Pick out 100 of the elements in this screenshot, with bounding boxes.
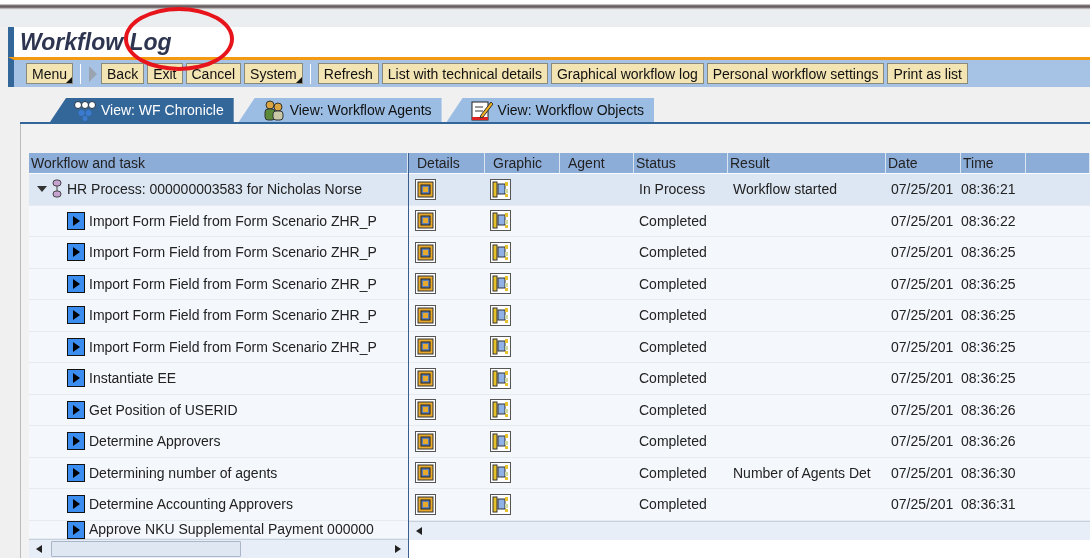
time-text: 08:36:25 <box>961 370 1016 387</box>
toolbar-button[interactable]: Menu <box>26 63 74 84</box>
column-header: Graphic <box>485 153 560 173</box>
details-icon[interactable] <box>415 273 436 295</box>
task-name[interactable]: Instantiate EE <box>89 370 177 387</box>
result-text: Number of Agents Det <box>733 464 871 481</box>
status-text: Completed <box>639 244 707 261</box>
time-text: 08:36:21 <box>961 181 1016 198</box>
graphic-icon[interactable] <box>490 210 511 232</box>
details-icon[interactable] <box>415 304 436 326</box>
status-text: Completed <box>639 212 707 229</box>
time-text: 08:36:26 <box>961 433 1016 450</box>
column-header: Time <box>961 153 1026 173</box>
task-icon <box>67 400 85 419</box>
details-icon[interactable] <box>415 430 436 452</box>
status-text: Completed <box>639 433 707 450</box>
graphic-icon[interactable] <box>490 304 511 326</box>
status-text: Completed <box>639 496 707 513</box>
toolbar-button[interactable]: Cancel <box>185 63 242 84</box>
date-text: 07/25/201 <box>891 464 954 481</box>
time-text: 08:36:26 <box>961 401 1016 418</box>
tab[interactable]: View: Workflow Objects <box>446 98 655 122</box>
task-name[interactable]: Determining number of agents <box>89 464 278 481</box>
details-icon[interactable] <box>415 241 436 263</box>
task-icon <box>67 306 85 325</box>
window-title: Workflow Log <box>20 28 172 56</box>
toolbar-button[interactable]: Print as list <box>887 63 968 84</box>
toolbar-button[interactable]: Personal workflow settings <box>706 63 885 84</box>
task-name[interactable]: Import Form Field from Form Scenario ZHR_P <box>89 244 377 261</box>
date-text: 07/25/201 <box>891 212 954 229</box>
process-icon <box>51 179 63 200</box>
network-icon <box>74 99 97 121</box>
graphic-icon[interactable] <box>490 493 511 515</box>
date-text: 07/25/201 <box>891 244 954 261</box>
date-text: 07/25/201 <box>891 338 954 355</box>
task-icon <box>67 211 85 230</box>
time-text: 08:36:22 <box>961 212 1016 229</box>
graphic-icon[interactable] <box>490 430 511 452</box>
task-icon <box>67 432 85 451</box>
task-icon <box>67 495 85 514</box>
result-text: Workflow started <box>733 181 837 198</box>
time-text: 08:36:25 <box>961 307 1016 324</box>
task-name[interactable]: Get Position of USERID <box>89 401 238 418</box>
toolbar-button[interactable]: System <box>244 63 303 84</box>
task-icon <box>67 243 85 262</box>
toolbar-button[interactable]: Refresh <box>317 63 379 84</box>
details-icon[interactable] <box>415 493 436 515</box>
task-name[interactable]: Import Form Field from Form Scenario ZHR_P <box>89 212 377 229</box>
tab[interactable]: View: WF Chronicle <box>50 98 234 122</box>
time-text: 08:36:25 <box>961 338 1016 355</box>
toolbar-button[interactable]: Back <box>101 63 145 84</box>
details-icon[interactable] <box>415 336 436 358</box>
graphic-icon[interactable] <box>490 399 511 421</box>
time-text: 08:36:25 <box>961 275 1016 292</box>
graphic-icon[interactable] <box>490 273 511 295</box>
tab[interactable]: View: Workflow Agents <box>238 98 442 122</box>
column-header: Date <box>886 153 961 173</box>
graphic-icon[interactable] <box>490 241 511 263</box>
time-text: 08:36:25 <box>961 244 1016 261</box>
details-icon[interactable] <box>415 178 436 200</box>
task-name[interactable]: Determine Accounting Approvers <box>89 496 293 513</box>
task-name[interactable]: Import Form Field from Form Scenario ZHR_P <box>89 338 377 355</box>
date-text: 07/25/201 <box>891 370 954 387</box>
column-header: Result <box>728 153 886 173</box>
task-icon <box>67 337 85 356</box>
status-text: Completed <box>639 307 707 324</box>
time-text: 08:36:30 <box>961 464 1016 481</box>
details-icon[interactable] <box>415 462 436 484</box>
scrollbar-thumb[interactable] <box>51 541 241 557</box>
status-text: Completed <box>639 275 707 292</box>
status-text: Completed <box>639 338 707 355</box>
graphic-icon[interactable] <box>490 336 511 358</box>
graphic-icon[interactable] <box>490 462 511 484</box>
date-text: 07/25/201 <box>891 275 954 292</box>
date-text: 07/25/201 <box>891 433 954 450</box>
toolbar-button[interactable]: Graphical workflow log <box>550 63 704 84</box>
task-name[interactable]: Import Form Field from Form Scenario ZHR_P <box>89 307 377 324</box>
date-text: 07/25/201 <box>891 181 954 198</box>
details-icon[interactable] <box>415 367 436 389</box>
status-text: Completed <box>639 464 707 481</box>
column-header: Workflow and task <box>29 153 408 173</box>
status-text: In Process <box>639 181 706 198</box>
task-name[interactable]: Import Form Field from Form Scenario ZHR_P <box>89 275 377 292</box>
status-text: Completed <box>639 401 707 418</box>
task-name[interactable]: Determine Approvers <box>89 433 221 450</box>
column-header: Status <box>634 153 728 173</box>
task-icon <box>67 520 85 539</box>
task-icon <box>67 369 85 388</box>
task-icon <box>67 463 85 482</box>
column-header: Details <box>409 153 485 173</box>
details-icon[interactable] <box>415 399 436 421</box>
details-icon[interactable] <box>415 210 436 232</box>
document-pencil-icon <box>470 99 494 121</box>
graphic-icon[interactable] <box>490 178 511 200</box>
toolbar-button[interactable]: List with technical details <box>381 63 548 84</box>
time-text: 08:36:31 <box>961 496 1016 513</box>
column-header: Agent <box>560 153 634 173</box>
task-icon <box>67 274 85 293</box>
task-name[interactable]: Approve NKU Supplemental Payment 000000 <box>89 520 374 537</box>
graphic-icon[interactable] <box>490 367 511 389</box>
